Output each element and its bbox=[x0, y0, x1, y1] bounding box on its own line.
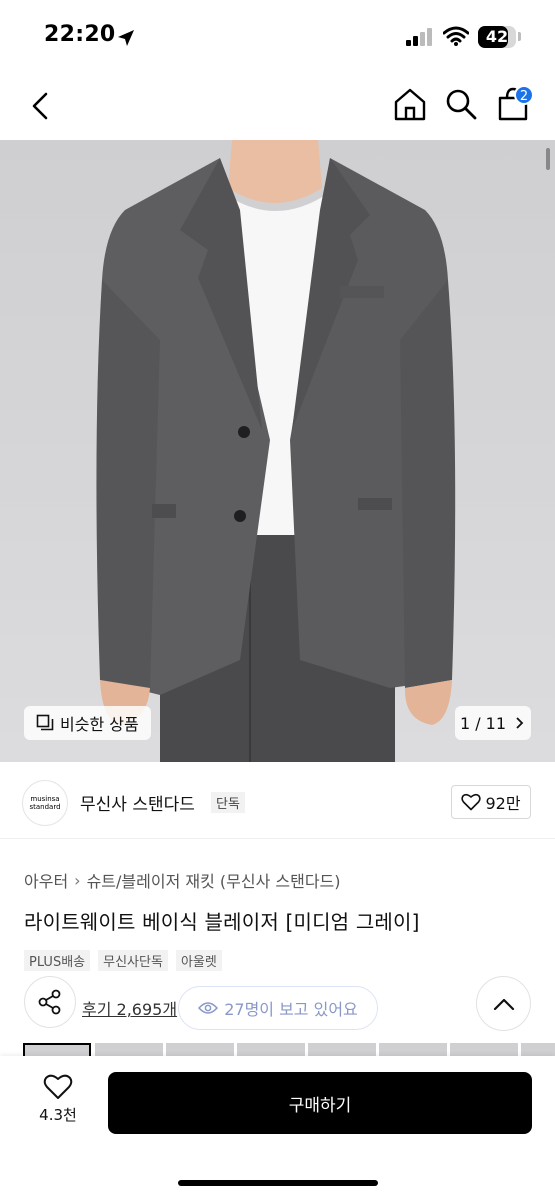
buy-button[interactable]: 구매하기 bbox=[108, 1072, 532, 1134]
tag-exclusive: 무신사단독 bbox=[98, 950, 168, 971]
thumbnail[interactable] bbox=[450, 1043, 518, 1057]
blazer-photo bbox=[0, 140, 555, 762]
chevron-right-icon: › bbox=[74, 870, 81, 890]
image-page-indicator[interactable]: 1 / 11 bbox=[455, 706, 531, 740]
thumbnail[interactable] bbox=[237, 1043, 305, 1057]
back-arrow-icon[interactable] bbox=[26, 88, 56, 124]
thumbnail[interactable] bbox=[521, 1043, 555, 1057]
scroll-top-button[interactable] bbox=[476, 976, 531, 1031]
share-button[interactable] bbox=[24, 976, 76, 1028]
cellular-signal-icon bbox=[406, 28, 432, 46]
location-arrow-icon bbox=[118, 30, 134, 46]
similar-products-label: 비슷한 상품 bbox=[60, 715, 139, 734]
similar-products-button[interactable]: 비슷한 상품 bbox=[24, 706, 151, 740]
viewers-text: 27명이 보고 있어요 bbox=[224, 1000, 358, 1019]
status-bar: 22:20 42 bbox=[0, 0, 555, 72]
brand-name[interactable]: 무신사 스탠다드 bbox=[80, 790, 195, 815]
product-tags: PLUS배송 무신사단독 아울렛 bbox=[24, 950, 230, 971]
thumbnail[interactable] bbox=[308, 1043, 376, 1057]
scroll-indicator bbox=[546, 148, 550, 170]
thumbnail-strip bbox=[0, 1043, 555, 1057]
brand-exclusive-tag: 단독 bbox=[211, 792, 245, 813]
home-indicator bbox=[178, 1180, 378, 1186]
share-icon bbox=[38, 989, 61, 1015]
brand-logo-line1: musinsa bbox=[30, 795, 60, 803]
battery-tip bbox=[518, 32, 521, 41]
search-icon[interactable] bbox=[444, 86, 478, 122]
battery-percent: 42 bbox=[485, 27, 509, 46]
home-icon[interactable] bbox=[392, 86, 428, 122]
heart-outline-icon bbox=[461, 793, 482, 811]
brand-like-count: 92만 bbox=[485, 794, 521, 813]
tag-plus-delivery: PLUS배송 bbox=[24, 950, 91, 971]
breadcrumb-item-blazer[interactable]: 슈트/블레이저 재킷 (무신사 스탠다드) bbox=[87, 868, 341, 892]
product-title: 라이트웨이트 베이식 블레이저 [미디엄 그레이] bbox=[24, 910, 420, 934]
product-image[interactable] bbox=[0, 140, 555, 762]
wifi-icon bbox=[443, 26, 469, 46]
heart-outline-icon bbox=[43, 1074, 73, 1099]
divider bbox=[0, 838, 555, 839]
tag-outlet: 아울렛 bbox=[175, 950, 222, 971]
page-indicator-text: 1 / 11 bbox=[459, 713, 507, 733]
battery-icon: 42 bbox=[478, 26, 516, 48]
breadcrumb: 아우터 › 슈트/블레이저 재킷 (무신사 스탠다드) bbox=[24, 868, 341, 892]
brand-logo-line2: standard bbox=[29, 803, 61, 811]
chevron-up-icon bbox=[493, 998, 514, 1010]
thumbnail[interactable] bbox=[95, 1043, 163, 1057]
chevron-right-icon bbox=[516, 717, 524, 729]
breadcrumb-item-outer[interactable]: 아우터 bbox=[24, 868, 68, 892]
nav-bar bbox=[0, 72, 555, 140]
brand-logo[interactable]: musinsa standard bbox=[22, 780, 68, 826]
copy-icon bbox=[36, 714, 54, 731]
thumbnail[interactable] bbox=[379, 1043, 447, 1057]
brand-like-button[interactable]: 92만 bbox=[451, 785, 531, 819]
cart-count-badge: 2 bbox=[514, 85, 534, 105]
thumbnail[interactable] bbox=[23, 1043, 91, 1057]
viewers-count-pill: 27명이 보고 있어요 bbox=[178, 986, 378, 1030]
wishlist-count: 4.3천 bbox=[39, 1106, 77, 1124]
wishlist-button[interactable]: 4.3천 bbox=[30, 1074, 86, 1130]
review-link[interactable]: 후기 2,695개 bbox=[82, 996, 177, 1020]
eye-icon bbox=[198, 1002, 219, 1014]
status-time: 22:20 bbox=[44, 22, 116, 47]
thumbnail[interactable] bbox=[166, 1043, 234, 1057]
